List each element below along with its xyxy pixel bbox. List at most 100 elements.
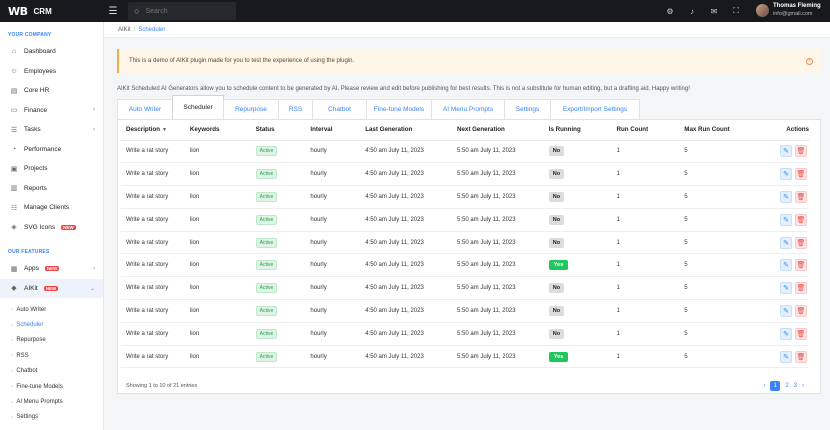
sidebar-item-dashboard[interactable]: ⌂ Dashboard	[0, 42, 103, 62]
delete-button[interactable]: 🗑	[795, 190, 807, 203]
column-header-next-generation[interactable]: Next Generation	[451, 120, 544, 141]
breadcrumb-root[interactable]: AIKit	[118, 27, 131, 33]
cell-interval: hourly	[305, 185, 361, 209]
cell-actions: ✎ 🗑	[774, 162, 809, 187]
page-1-button[interactable]: 1	[770, 381, 781, 391]
sidebar-item-manage-clients[interactable]: ☷ Manage Clients	[0, 198, 103, 218]
settings-icon[interactable]: ⚙	[665, 7, 675, 16]
search-icon: ○	[134, 6, 140, 16]
prev-page-button[interactable]: ‹	[763, 383, 765, 389]
column-header-description[interactable]: Description ▼	[121, 120, 185, 141]
delete-button[interactable]: 🗑	[795, 350, 807, 363]
delete-button[interactable]: 🗑	[795, 236, 807, 249]
pencil-icon: ✎	[783, 171, 789, 179]
column-header-interval[interactable]: Interval	[305, 120, 361, 141]
sidebar-item-performance[interactable]: ◔ Performance	[0, 140, 103, 160]
tab-fine-tune-models[interactable]: Fine-tune Models	[366, 99, 432, 119]
sidebar-subitem-ai-menu-prompts[interactable]: · AI Menu Prompts	[0, 394, 103, 409]
sidebar-item-core-hr[interactable]: ▤ Core HR	[0, 81, 103, 101]
tab-repurpose[interactable]: Repurpose	[223, 99, 279, 119]
column-header-status[interactable]: Status	[250, 120, 306, 141]
column-header-run-count[interactable]: Run Count	[611, 120, 680, 141]
edit-button[interactable]: ✎	[780, 236, 792, 249]
cell-last-generation: 4:50 am July 11, 2023	[360, 276, 452, 301]
user-icon: ☺	[10, 67, 18, 75]
sidebar-subitem-auto-writer[interactable]: · Auto Writer	[0, 302, 103, 317]
cell-last-generation: 4:50 am July 11, 2023	[360, 253, 452, 278]
next-page-button[interactable]: ›	[802, 383, 804, 389]
brand[interactable]: WB CRM	[0, 0, 104, 22]
tab-settings[interactable]: Settings	[504, 99, 551, 119]
tab-scheduler[interactable]: Scheduler	[172, 95, 224, 119]
delete-button[interactable]: 🗑	[795, 282, 807, 295]
delete-button[interactable]: 🗑	[795, 304, 807, 317]
delete-button[interactable]: 🗑	[795, 327, 807, 340]
delete-button[interactable]: 🗑	[795, 213, 807, 226]
page-2-button[interactable]: 2	[785, 383, 788, 389]
bell-icon[interactable]: ♪	[687, 7, 697, 16]
fullscreen-icon[interactable]: ⛶	[731, 6, 741, 16]
tab-export-import-settings[interactable]: Export/Import Settings	[550, 99, 640, 119]
sidebar-item-projects[interactable]: ▣ Projects	[0, 159, 103, 179]
cell-actions: ✎ 🗑	[774, 253, 809, 278]
sidebar-item-apps[interactable]: ▦ Apps NEW ›	[0, 259, 103, 279]
cell-description: Write a rat story	[121, 253, 185, 278]
cell-is-running: No	[543, 299, 612, 323]
cell-last-generation: 4:50 am July 11, 2023	[360, 162, 452, 187]
search-box[interactable]: ○	[128, 2, 236, 20]
tab-auto-writer[interactable]: Auto Writer	[117, 99, 173, 119]
sidebar-item-aikit[interactable]: ◆ AIKit NEW ⌄	[0, 278, 103, 298]
bullet-icon: ·	[11, 367, 14, 375]
sidebar-item-reports[interactable]: ▥ Reports	[0, 179, 103, 199]
edit-button[interactable]: ✎	[780, 304, 792, 317]
breadcrumb-separator: /	[133, 26, 136, 33]
edit-button[interactable]: ✎	[780, 145, 792, 158]
cell-next-generation: 5:50 am July 11, 2023	[451, 208, 544, 232]
sidebar-subitem-rss[interactable]: · RSS	[0, 348, 103, 363]
cell-interval: hourly	[305, 299, 361, 323]
delete-button[interactable]: 🗑	[795, 145, 807, 158]
close-icon[interactable]: ×	[806, 58, 813, 65]
cell-max-run-count: 5	[679, 208, 775, 232]
sidebar-subitem-chatbot[interactable]: · Chatbot	[0, 364, 103, 379]
status-badge: Active	[255, 214, 278, 225]
column-header-label: Last Generation	[365, 126, 413, 134]
edit-button[interactable]: ✎	[780, 213, 792, 226]
cell-is-running: No	[543, 140, 612, 164]
column-header-last-generation[interactable]: Last Generation	[360, 120, 452, 141]
tab-rss[interactable]: RSS	[278, 99, 313, 119]
sidebar-item-tasks[interactable]: ☰ Tasks ›	[0, 120, 103, 140]
search-input[interactable]	[145, 7, 226, 15]
sidebar-subitem-fine-tune-models[interactable]: · Fine-tune Models	[0, 379, 103, 394]
edit-button[interactable]: ✎	[780, 190, 792, 203]
column-header-is-running[interactable]: Is Running	[543, 120, 612, 141]
sidebar-subitem-settings[interactable]: · Settings	[0, 410, 103, 425]
sidebar-item-svg-icons[interactable]: ◈ SVG Icons NEW	[0, 218, 103, 238]
edit-button[interactable]: ✎	[780, 350, 792, 363]
sidebar-subitem-repurpose[interactable]: · Repurpose	[0, 333, 103, 348]
sidebar-item-finance[interactable]: ▭ Finance ›	[0, 101, 103, 121]
edit-button[interactable]: ✎	[780, 168, 792, 181]
cell-interval: hourly	[305, 253, 361, 278]
column-header-max-run-count[interactable]: Max Run Count	[679, 120, 775, 141]
page-3-button[interactable]: 3	[794, 383, 797, 389]
cell-interval: hourly	[305, 140, 361, 164]
delete-button[interactable]: 🗑	[795, 259, 807, 272]
mail-icon[interactable]: ✉	[709, 7, 719, 16]
column-header-actions[interactable]: Actions	[774, 120, 809, 141]
chevron-right-icon: ›	[93, 107, 95, 114]
tab-chatbot[interactable]: Chatbot	[312, 99, 367, 119]
sidebar-item-employees[interactable]: ☺ Employees	[0, 62, 103, 82]
edit-button[interactable]: ✎	[780, 282, 792, 295]
delete-button[interactable]: 🗑	[795, 168, 807, 181]
sidebar-subitem-scheduler[interactable]: · Scheduler	[0, 317, 103, 332]
tab-ai-menu-prompts[interactable]: AI Menu Prompts	[431, 99, 505, 119]
cell-status: Active	[250, 162, 306, 187]
menu-toggle-icon[interactable]: ☰	[104, 0, 122, 22]
notice-text: This is a demo of AIKit plugin made for …	[129, 58, 355, 64]
cell-run-count: 1	[611, 299, 680, 323]
column-header-keywords[interactable]: Keywords	[184, 120, 251, 141]
edit-button[interactable]: ✎	[780, 327, 792, 340]
edit-button[interactable]: ✎	[780, 259, 792, 272]
user-menu[interactable]: Thomas Fleming info@gmail.com	[756, 2, 821, 18]
